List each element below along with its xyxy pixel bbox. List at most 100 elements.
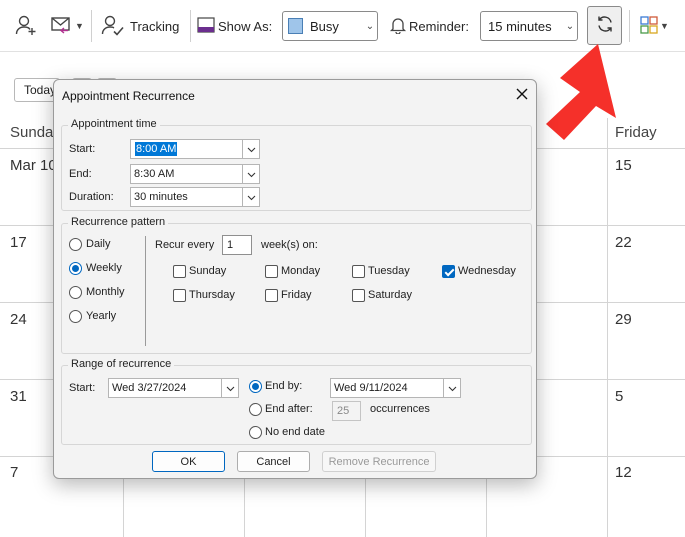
person-add-icon	[14, 13, 38, 40]
date-cell-label[interactable]: Mar 10	[10, 157, 57, 174]
no-end-date-label[interactable]: No end date	[265, 426, 325, 438]
date-cell-label[interactable]: 12	[615, 464, 632, 481]
date-cell-label[interactable]: 15	[615, 157, 632, 174]
saturday-checkbox[interactable]	[352, 289, 365, 302]
end-time-input[interactable]: 8:30 AM	[130, 164, 243, 184]
show-as-value: Busy	[310, 18, 339, 34]
bell-icon	[389, 16, 407, 37]
monday-checkbox[interactable]	[265, 265, 278, 278]
show-as-group: Show As:	[197, 11, 272, 41]
monday-label[interactable]: Monday	[281, 265, 320, 277]
end-by-value: Wed 9/11/2024	[334, 382, 408, 394]
attendees-button[interactable]	[14, 11, 38, 41]
duration-dropdown[interactable]	[243, 187, 260, 207]
end-by-input[interactable]: Wed 9/11/2024	[330, 378, 444, 398]
occurrences-input[interactable]: 25	[332, 401, 361, 421]
ok-button[interactable]: OK	[152, 451, 225, 472]
end-time-label: End:	[69, 168, 92, 180]
chevron-down-icon	[226, 381, 235, 395]
range-start-value: Wed 3/27/2024	[112, 382, 187, 394]
end-by-radio[interactable]	[249, 380, 262, 393]
monthly-radio[interactable]	[69, 286, 82, 299]
group-title: Appointment time	[68, 118, 160, 130]
day-header-friday: Friday	[615, 124, 657, 141]
end-by-dropdown[interactable]	[444, 378, 461, 398]
saturday-label[interactable]: Saturday	[368, 289, 412, 301]
recurrence-button[interactable]	[587, 6, 622, 45]
start-time-dropdown[interactable]	[243, 139, 260, 159]
duration-value: 30 minutes	[134, 191, 188, 203]
show-as-icon	[197, 16, 215, 37]
start-time-input[interactable]: 8:00 AM	[130, 139, 243, 159]
weeks-on-label: week(s) on:	[261, 239, 318, 251]
recurrence-pattern-group: Recurrence pattern Daily Weekly Monthly …	[61, 216, 532, 354]
wednesday-checkbox[interactable]	[442, 265, 455, 278]
wednesday-label[interactable]: Wednesday	[458, 265, 516, 277]
recurrence-icon	[595, 14, 615, 37]
tuesday-checkbox[interactable]	[352, 265, 365, 278]
end-after-radio[interactable]	[249, 403, 262, 416]
annotation-arrow-icon	[540, 42, 620, 145]
date-cell-label[interactable]: 22	[615, 234, 632, 251]
date-cell-label[interactable]: 17	[10, 234, 27, 251]
duration-input[interactable]: 30 minutes	[130, 187, 243, 207]
recur-every-input[interactable]: 1	[222, 235, 252, 255]
cancel-button[interactable]: Cancel	[237, 451, 310, 472]
date-cell-label[interactable]: 29	[615, 311, 632, 328]
monthly-label[interactable]: Monthly	[86, 286, 125, 298]
categories-icon	[640, 15, 658, 37]
mail-icon	[50, 13, 74, 40]
chevron-down-icon: ▼	[75, 21, 84, 31]
dialog-title: Appointment Recurrence	[62, 89, 195, 103]
friday-checkbox[interactable]	[265, 289, 278, 302]
chevron-down-icon: ▼	[660, 21, 669, 31]
chevron-down-icon	[247, 142, 256, 156]
no-end-date-radio[interactable]	[249, 426, 262, 439]
date-cell-label[interactable]: 5	[615, 388, 623, 405]
end-by-label[interactable]: End by:	[265, 380, 302, 392]
range-start-input[interactable]: Wed 3/27/2024	[108, 378, 222, 398]
occurrences-label: occurrences	[370, 403, 430, 415]
tracking-button[interactable]: Tracking	[101, 11, 179, 41]
sunday-checkbox[interactable]	[173, 265, 186, 278]
end-time-value: 8:30 AM	[134, 168, 175, 180]
reminder-label: Reminder:	[409, 18, 469, 34]
categorize-button[interactable]: ▼	[640, 11, 669, 41]
weekly-radio[interactable]	[69, 262, 82, 275]
busy-color-swatch	[288, 18, 303, 34]
yearly-radio[interactable]	[69, 310, 82, 323]
start-time-value: 8:00 AM	[135, 142, 178, 156]
chevron-down-icon: ⌄	[565, 20, 575, 32]
yearly-label[interactable]: Yearly	[86, 310, 116, 322]
pattern-divider	[145, 236, 146, 346]
grid-line	[607, 118, 608, 537]
range-start-dropdown[interactable]	[222, 378, 239, 398]
daily-radio[interactable]	[69, 238, 82, 251]
show-as-dropdown[interactable]: Busy ⌄	[282, 11, 378, 41]
reminder-dropdown[interactable]: 15 minutes ⌄	[480, 11, 578, 41]
date-cell-label[interactable]: 7	[10, 464, 18, 481]
weekly-label[interactable]: Weekly	[86, 262, 122, 274]
chevron-down-icon	[247, 167, 256, 181]
group-title: Recurrence pattern	[68, 216, 169, 228]
end-after-label[interactable]: End after:	[265, 403, 313, 415]
tuesday-label[interactable]: Tuesday	[368, 265, 410, 277]
date-cell-label[interactable]: 24	[10, 311, 27, 328]
start-time-label: Start:	[69, 143, 96, 155]
chevron-down-icon	[247, 190, 256, 204]
close-button[interactable]	[511, 84, 533, 106]
daily-label[interactable]: Daily	[86, 238, 110, 250]
reminder-value: 15 minutes	[488, 18, 552, 34]
remove-recurrence-button[interactable]: Remove Recurrence	[322, 451, 436, 472]
chevron-down-icon: ⌄	[365, 20, 375, 32]
appointment-recurrence-dialog: Appointment Recurrence Appointment time …	[53, 79, 537, 479]
thursday-checkbox[interactable]	[173, 289, 186, 302]
chevron-down-icon	[448, 381, 457, 395]
friday-label[interactable]: Friday	[281, 289, 312, 301]
group-title: Range of recurrence	[68, 358, 175, 370]
sunday-label[interactable]: Sunday	[189, 265, 226, 277]
end-time-dropdown[interactable]	[243, 164, 260, 184]
thursday-label[interactable]: Thursday	[189, 289, 235, 301]
date-cell-label[interactable]: 31	[10, 388, 27, 405]
message-button[interactable]: ▼	[50, 11, 84, 41]
